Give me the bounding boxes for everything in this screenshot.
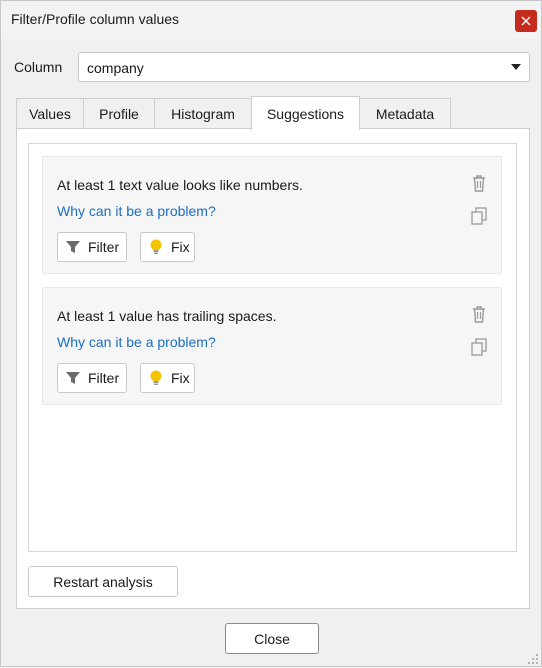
why-problem-link[interactable]: Why can it be a problem? [57, 203, 216, 219]
lightbulb-icon [147, 369, 165, 387]
column-label: Column [14, 59, 63, 75]
tab-label: Profile [99, 106, 139, 122]
copy-icon[interactable] [469, 337, 489, 357]
filter-button-label: Filter [88, 370, 120, 386]
close-button[interactable]: Close [225, 623, 319, 654]
column-select-value: company [87, 60, 144, 76]
dialog-window: Filter/Profile column values Column comp… [0, 0, 542, 667]
lightbulb-icon [147, 238, 165, 256]
filter-button-label: Filter [88, 239, 120, 255]
tab-suggestions[interactable]: Suggestions [251, 96, 360, 130]
column-select[interactable]: company [78, 52, 530, 82]
tab-label: Values [29, 106, 71, 122]
window-title: Filter/Profile column values [11, 11, 180, 27]
tab-label: Suggestions [266, 105, 345, 122]
fix-button[interactable]: Fix [140, 232, 195, 262]
resize-grip-icon[interactable] [527, 652, 539, 664]
tab-label: Histogram [171, 106, 235, 122]
tab-bar: Values Profile Histogram Suggestions Met… [16, 96, 516, 130]
tab-label: Metadata [375, 106, 435, 122]
suggestions-list[interactable]: At least 1 text value looks like numbers… [28, 143, 517, 552]
fix-button-label: Fix [171, 370, 190, 386]
title-bar[interactable]: Filter/Profile column values [1, 1, 541, 39]
suggestion-card: At least 1 value has trailing spaces. Wh… [42, 287, 502, 405]
copy-icon[interactable] [469, 206, 489, 226]
filter-button[interactable]: Filter [57, 232, 127, 262]
tab-histogram[interactable]: Histogram [154, 98, 252, 129]
why-problem-link[interactable]: Why can it be a problem? [57, 334, 216, 350]
fix-button[interactable]: Fix [140, 363, 195, 393]
chevron-down-icon [511, 64, 521, 70]
filter-button[interactable]: Filter [57, 363, 127, 393]
suggestion-card: At least 1 text value looks like numbers… [42, 156, 502, 274]
funnel-icon [64, 369, 82, 387]
delete-icon[interactable] [469, 304, 489, 324]
suggestion-message: At least 1 value has trailing spaces. [57, 308, 277, 324]
tab-profile[interactable]: Profile [83, 98, 155, 129]
tab-metadata[interactable]: Metadata [359, 98, 451, 129]
suggestion-message: At least 1 text value looks like numbers… [57, 177, 303, 193]
suggestions-panel: At least 1 text value looks like numbers… [16, 128, 530, 609]
delete-icon[interactable] [469, 173, 489, 193]
tab-values[interactable]: Values [16, 98, 84, 129]
close-icon [521, 16, 531, 26]
window-close-button[interactable] [515, 10, 537, 32]
funnel-icon [64, 238, 82, 256]
restart-analysis-button[interactable]: Restart analysis [28, 566, 178, 597]
fix-button-label: Fix [171, 239, 190, 255]
